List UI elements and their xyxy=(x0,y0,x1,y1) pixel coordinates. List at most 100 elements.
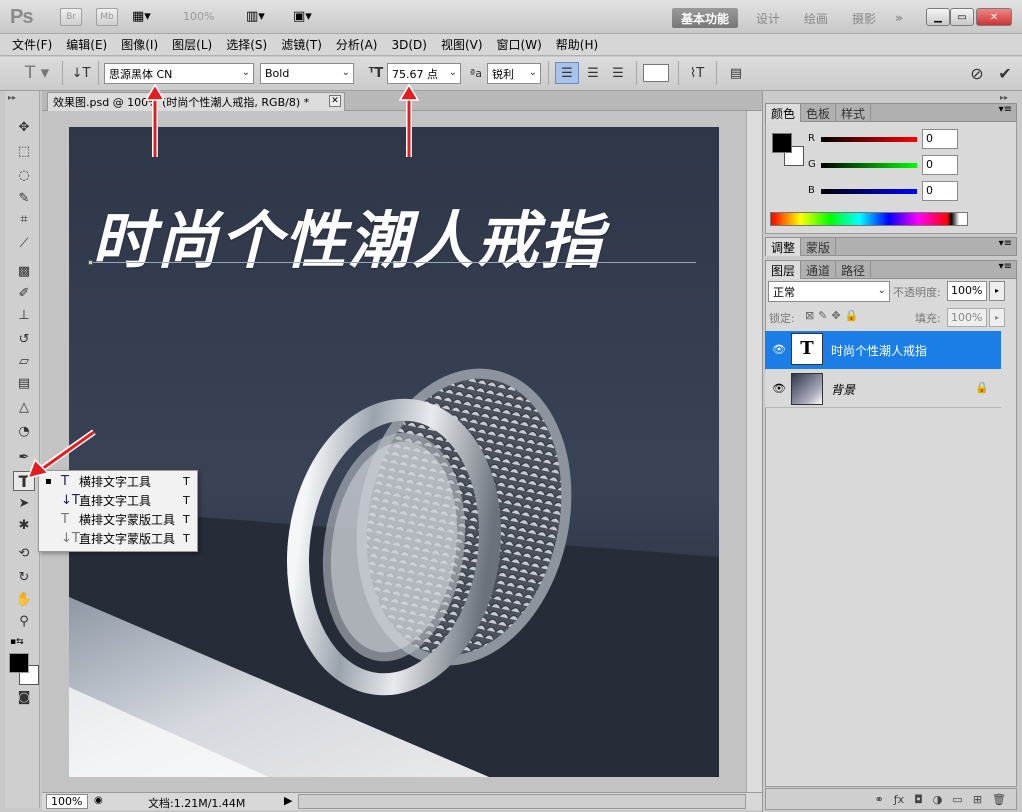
opacity-input[interactable]: 100% xyxy=(947,281,987,301)
panel-menu-icon[interactable]: ▾≡ xyxy=(999,238,1016,255)
status-zoom-field[interactable]: 100% xyxy=(46,794,88,809)
3d-rotate-tool[interactable]: ⟲ xyxy=(13,543,35,563)
blend-mode-select[interactable]: 正常 ⌄ xyxy=(768,281,890,302)
adjustment-layer-icon[interactable]: ◑ xyxy=(933,793,943,806)
character-panel-button[interactable]: ▤ xyxy=(725,62,747,84)
font-size-select[interactable]: 75.67 点 ⌄ xyxy=(387,63,461,84)
tab-layers[interactable]: 图层 xyxy=(766,261,802,279)
workspace-painting[interactable]: 绘画 xyxy=(796,8,836,28)
menu-help[interactable]: 帮助(H) xyxy=(550,36,606,53)
eraser-tool[interactable]: ▱ xyxy=(13,351,35,371)
tab-paths[interactable]: 路径 xyxy=(836,261,872,279)
tab-adjustments[interactable]: 调整 xyxy=(766,238,802,256)
vertical-scrollbar[interactable] xyxy=(746,111,762,792)
3d-orbit-tool[interactable]: ↻ xyxy=(13,567,35,587)
channel-r-slider[interactable] xyxy=(821,137,917,142)
menu-view[interactable]: 视图(V) xyxy=(435,36,491,53)
fill-input[interactable]: 100% xyxy=(947,308,987,327)
link-layers-icon[interactable]: ⚭ xyxy=(874,793,883,806)
maximize-button[interactable]: ▭ xyxy=(950,8,974,26)
align-right-button[interactable]: ☰ xyxy=(606,62,630,84)
layer-name[interactable]: 时尚个性潮人戒指 xyxy=(831,342,927,359)
layer-style-icon[interactable]: ƒx xyxy=(894,793,904,806)
close-button[interactable]: ✕ xyxy=(976,8,1012,26)
gradient-tool[interactable]: ▤ xyxy=(13,373,35,393)
screen-mode-icon[interactable]: ▣▾ xyxy=(293,9,323,25)
flyout-vertical-type[interactable]: ↓T 直排文字工具 T xyxy=(39,491,197,510)
fill-slider-button[interactable]: ▸ xyxy=(989,308,1005,327)
history-brush-tool[interactable]: ↺ xyxy=(13,329,35,349)
quick-mask-button[interactable]: ◙ xyxy=(13,687,35,707)
hand-tool[interactable]: ✋ xyxy=(13,589,35,609)
document-close-button[interactable]: ✕ xyxy=(329,95,341,107)
menu-select[interactable]: 选择(S) xyxy=(220,36,275,53)
menu-image[interactable]: 图像(I) xyxy=(115,36,166,53)
headline-text-layer[interactable]: 时尚个性潮人戒指 xyxy=(92,190,604,280)
menu-window[interactable]: 窗口(W) xyxy=(491,36,550,53)
panel-menu-icon[interactable]: ▾≡ xyxy=(999,104,1016,121)
flyout-horizontal-type-mask[interactable]: T 横排文字蒙版工具 T xyxy=(39,510,197,529)
shape-tool[interactable]: ✱ xyxy=(13,515,35,535)
workspace-design[interactable]: 设计 xyxy=(748,8,788,28)
lock-icons[interactable]: ⊠✎✥🔒 xyxy=(805,309,862,322)
foreground-color-swatch[interactable] xyxy=(9,653,29,673)
tab-channels[interactable]: 通道 xyxy=(801,261,837,279)
quick-selection-tool[interactable]: ✎ xyxy=(13,188,35,208)
commit-edits-button[interactable]: ✔ xyxy=(994,62,1016,84)
channel-g-input[interactable]: 0 xyxy=(922,155,958,175)
color-spectrum-ramp[interactable] xyxy=(770,212,968,226)
panel-menu-icon[interactable]: ▾≡ xyxy=(999,261,1016,278)
align-center-button[interactable]: ☰ xyxy=(581,62,605,84)
visibility-eye-icon[interactable]: 👁 xyxy=(772,382,786,395)
warp-text-button[interactable]: ⌇T xyxy=(686,62,708,84)
minimize-button[interactable]: ▁ xyxy=(926,8,950,26)
blur-tool[interactable]: △ xyxy=(13,397,35,417)
color-fg-swatch[interactable] xyxy=(772,133,792,153)
view-extras-icon[interactable]: ▦▾ xyxy=(132,9,162,25)
layer-name[interactable]: 背景 xyxy=(831,381,855,398)
tab-masks[interactable]: 蒙版 xyxy=(801,238,837,256)
eyedropper-tool[interactable]: ⟋ xyxy=(13,233,35,253)
workspace-photography[interactable]: 摄影 xyxy=(844,8,884,28)
channel-g-slider[interactable] xyxy=(821,163,917,168)
workspace-essentials[interactable]: 基本功能 xyxy=(672,8,738,28)
clone-stamp-tool[interactable]: ⊥ xyxy=(13,305,35,325)
menu-file[interactable]: 文件(F) xyxy=(6,36,60,53)
collapse-dock-icon[interactable]: ▸▸ xyxy=(1000,93,1008,102)
menu-layer[interactable]: 图层(L) xyxy=(166,36,220,53)
channel-r-input[interactable]: 0 xyxy=(922,129,958,149)
status-info-icon[interactable]: ◉ xyxy=(94,795,103,806)
toggle-orientation-button[interactable]: ↓T xyxy=(70,62,92,84)
crop-tool[interactable]: ⌗ xyxy=(13,209,35,229)
opacity-slider-button[interactable]: ▸ xyxy=(989,281,1005,301)
font-family-select[interactable]: 思源黑体 CN ⌄ xyxy=(104,63,254,84)
antialias-select[interactable]: 锐利 ⌄ xyxy=(487,63,541,84)
add-mask-icon[interactable]: ◘ xyxy=(914,793,923,806)
trash-icon[interactable]: 🗑 xyxy=(992,793,1006,806)
menu-edit[interactable]: 编辑(E) xyxy=(60,36,115,53)
status-menu-arrow-icon[interactable]: ▶ xyxy=(284,794,294,807)
menu-3d[interactable]: 3D(D) xyxy=(385,38,434,52)
text-anchor-handle[interactable] xyxy=(88,260,93,265)
tab-styles[interactable]: 样式 xyxy=(836,104,872,122)
font-style-select[interactable]: Bold ⌄ xyxy=(260,63,354,84)
spot-healing-tool[interactable]: ▩ xyxy=(13,261,35,281)
tab-swatches[interactable]: 色板 xyxy=(801,104,837,122)
default-colors-icon[interactable]: ▪⇆ xyxy=(10,637,24,647)
tool-preset-picker[interactable]: T ▾ xyxy=(18,62,56,84)
menu-analysis[interactable]: 分析(A) xyxy=(330,36,386,53)
flyout-vertical-type-mask[interactable]: ↓T 直排文字蒙版工具 T xyxy=(39,529,197,548)
visibility-eye-icon[interactable]: 👁 xyxy=(772,343,786,356)
cancel-edits-button[interactable]: ⊘ xyxy=(966,62,988,84)
brush-tool[interactable]: ✐ xyxy=(13,283,35,303)
layer-row-background[interactable]: 👁 背景 🔒 xyxy=(765,370,1001,408)
new-group-icon[interactable]: ▭ xyxy=(952,793,962,806)
zoom-level[interactable]: 100% xyxy=(183,10,214,23)
document-tab[interactable]: 效果图.psd @ 100% (时尚个性潮人戒指, RGB/8) * xyxy=(47,92,345,111)
zoom-tool[interactable]: ⚲ xyxy=(13,611,35,631)
horizontal-scrollbar[interactable] xyxy=(298,794,746,809)
marquee-tool[interactable]: ⬚ xyxy=(13,141,35,161)
tab-color[interactable]: 颜色 xyxy=(766,104,802,122)
channel-b-slider[interactable] xyxy=(821,189,917,194)
align-left-button[interactable]: ☰ xyxy=(555,62,579,84)
